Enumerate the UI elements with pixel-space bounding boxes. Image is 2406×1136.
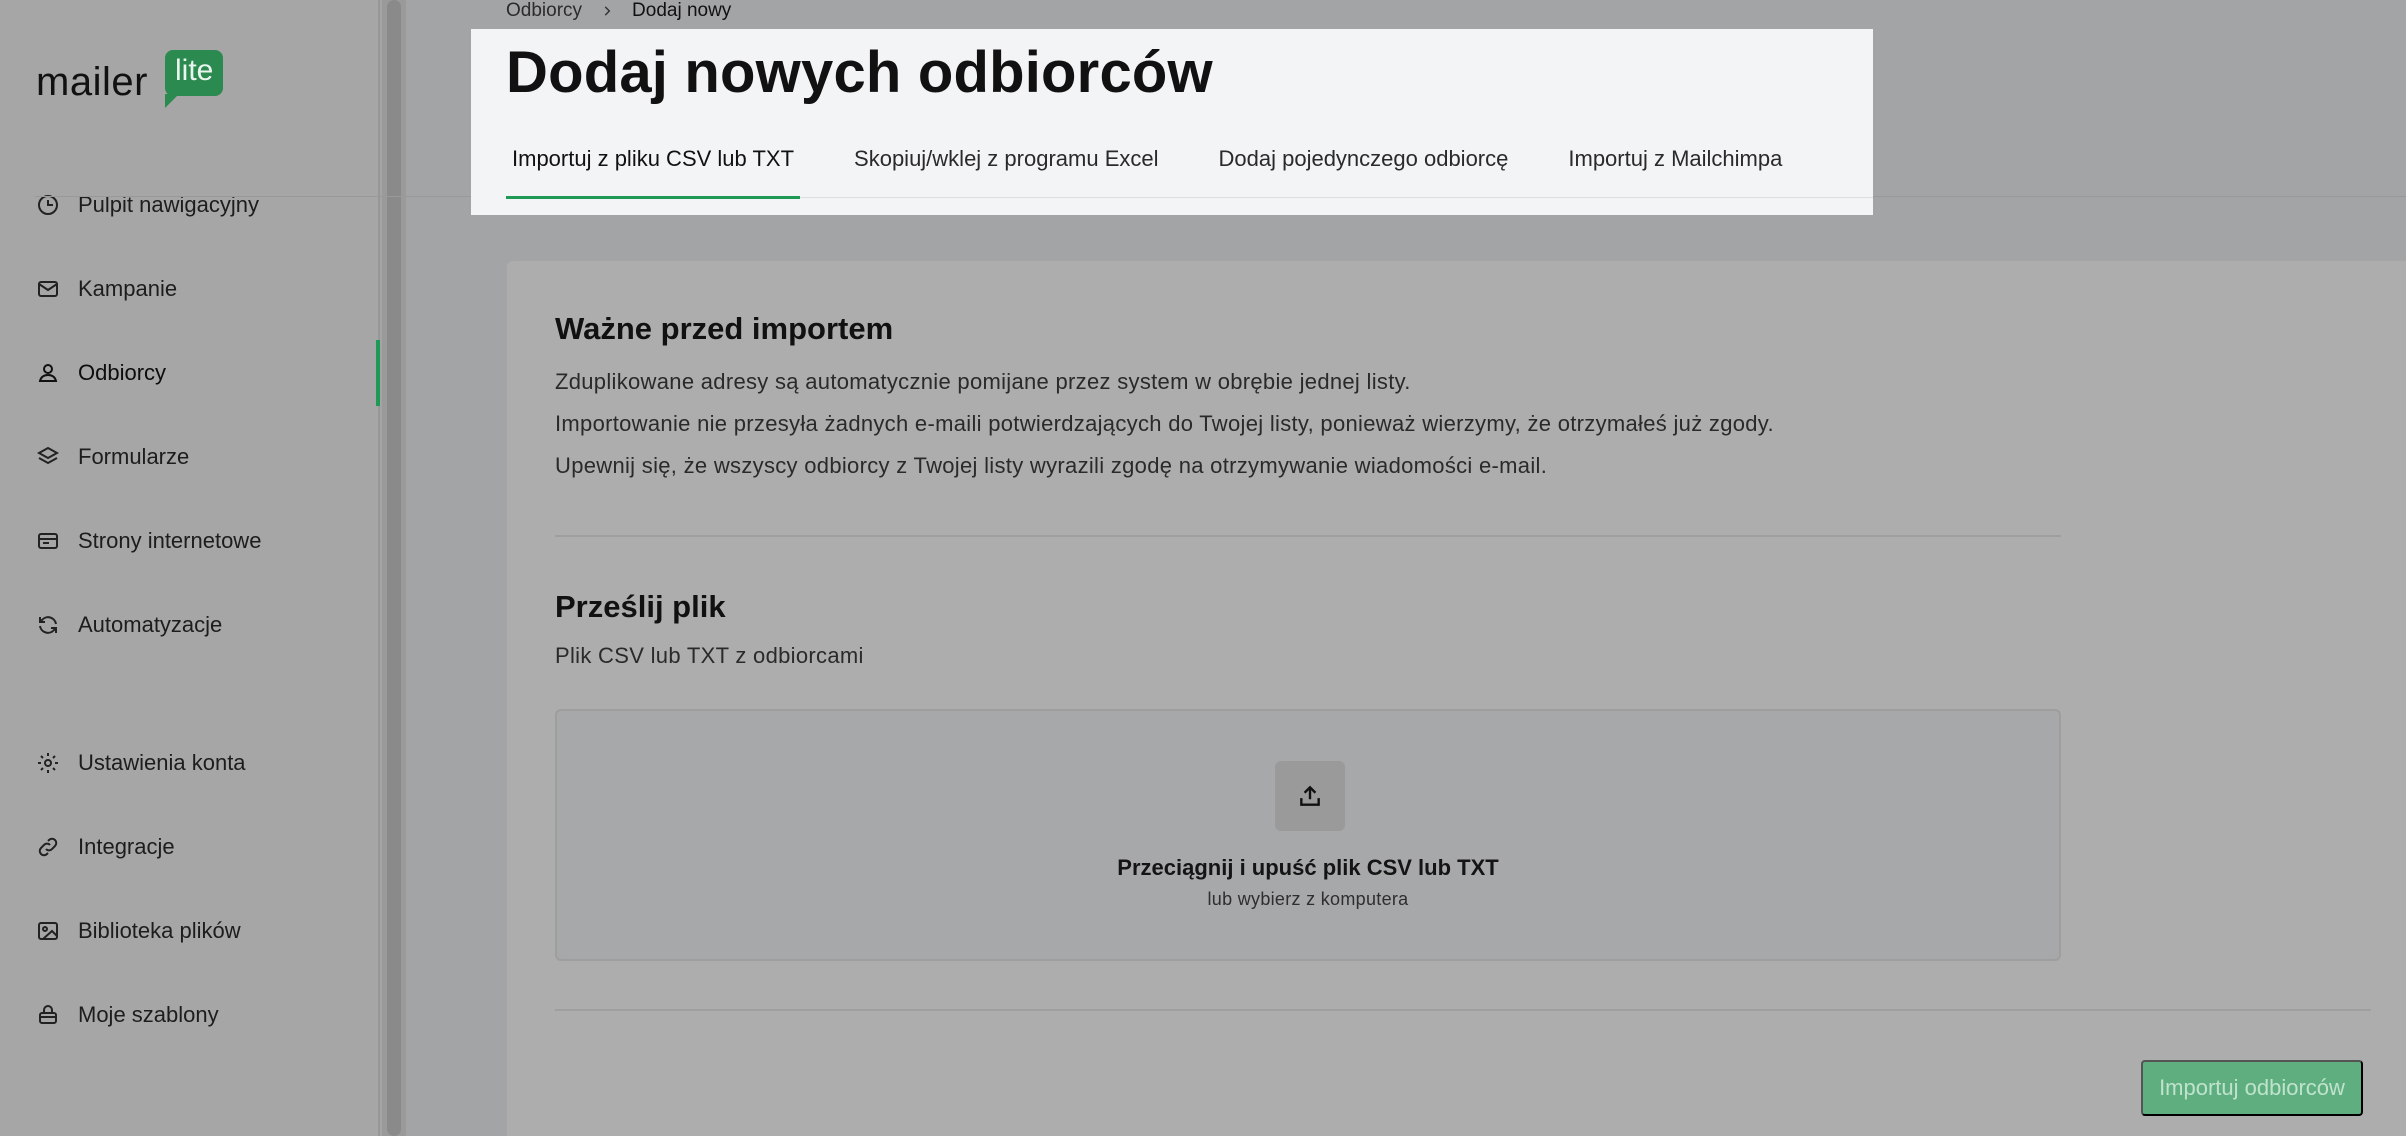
upload-section-subtitle: Plik CSV lub TXT z odbiorcami [555,643,864,668]
file-dropzone[interactable]: Przeciągnij i upuść plik CSV lub TXT lub… [555,709,2061,961]
logo-wordmark: mailer [36,60,148,104]
sidebar-item-label: Formularze [78,444,190,469]
page-header: Dodaj nowych odbiorców Importuj z pliku … [471,29,1873,215]
tab-import-mailchimp[interactable]: Importuj z Mailchimpa [1562,139,1788,199]
breadcrumb-parent-link[interactable]: Odbiorcy [506,0,582,22]
sidebar-item-account-settings[interactable]: Ustawienia konta [36,743,356,783]
dropzone-title: Przeciągnij i upuść plik CSV lub TXT [1117,855,1499,880]
upload-icon [1300,785,1320,806]
important-line-no-confirmation: Importowanie nie przesyła żadnych e-mail… [555,411,1774,436]
upload-button[interactable] [1275,761,1345,831]
sidebar-item-label: Ustawienia konta [78,750,246,775]
image-icon [38,922,58,940]
sidebar-item-label: Biblioteka plików [78,918,241,943]
tab-add-single-subscriber[interactable]: Dodaj pojedynczego odbiorcę [1213,139,1515,199]
sidebar-item-label: Strony internetowe [78,528,262,553]
sidebar-item-label: Integracje [78,834,175,859]
sidebar-item-label: Moje szablony [78,1002,219,1027]
sidebar-item-label: Automatyzacje [78,612,223,637]
sidebar-item-forms[interactable]: Formularze [36,437,356,477]
sidebar-item-websites[interactable]: Strony internetowe [36,521,356,561]
dropzone-browse-link[interactable]: lub wybierz z komputera [557,889,2059,910]
refresh-icon [39,616,57,634]
template-icon [39,1005,57,1024]
important-line-duplicates: Zduplikowane adresy są automatycznie pom… [555,369,1411,394]
sidebar-item-campaigns[interactable]: Kampanie [36,269,356,309]
breadcrumb: Odbiorcy Dodaj nowy [506,0,731,22]
link-icon [38,837,58,857]
breadcrumb-current: Dodaj nowy [632,0,732,21]
import-method-tabs: Importuj z pliku CSV lub TXT Skopiuj/wkl… [506,139,1836,199]
import-subscribers-button[interactable]: Importuj odbiorców [2141,1060,2363,1116]
tab-paste-excel[interactable]: Skopiuj/wklej z programu Excel [848,139,1164,199]
gear-icon [38,753,58,773]
sidebar-item-automations[interactable]: Automatyzacje [36,605,356,645]
sidebar-item-my-templates[interactable]: Moje szablony [36,995,356,1035]
sidebar-scrollbar-thumb[interactable] [387,0,401,1136]
user-icon [38,364,58,382]
sidebar: mailer lite Pulpit nawigacyjny Kampanie … [0,0,380,1136]
sidebar-item-subscribers[interactable]: Odbiorcy [36,353,356,393]
browser-icon [38,533,58,549]
mail-icon [38,281,58,297]
chevron-right-icon [604,6,611,16]
active-nav-indicator [376,340,380,406]
page-title: Dodaj nowych odbiorców [506,40,1213,105]
sidebar-item-label: Odbiorcy [78,360,167,385]
layers-icon [36,446,60,465]
import-content-card: Ważne przed importem Zduplikowane adresy… [507,261,2406,1136]
section-divider [555,535,2061,537]
sidebar-item-dashboard[interactable]: Pulpit nawigacyjny [36,185,356,225]
logo-badge: lite [165,50,224,108]
important-section-title: Ważne przed importem [555,311,894,346]
mailerlite-logo[interactable]: mailer lite [36,50,236,108]
sidebar-item-file-library[interactable]: Biblioteka plików [36,911,356,951]
upload-section-title: Prześlij plik [555,589,726,624]
sidebar-item-integrations[interactable]: Integracje [36,827,356,867]
important-line-consent: Upewnij się, że wszyscy odbiorcy z Twoje… [555,453,1548,478]
footer-divider [555,1009,2371,1011]
tab-import-csv-txt[interactable]: Importuj z pliku CSV lub TXT [506,139,801,199]
sidebar-item-label: Kampanie [78,276,178,301]
